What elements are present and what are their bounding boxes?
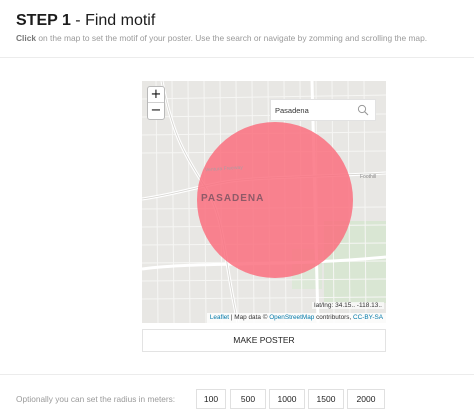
step-separator: - [70, 12, 86, 29]
radius-label: Optionally you can set the radius in met… [16, 394, 176, 404]
search-icon[interactable] [357, 104, 369, 116]
footer-divider [0, 374, 474, 375]
zoom-in-button[interactable]: + [148, 87, 164, 103]
leaflet-link[interactable]: Leaflet [210, 314, 229, 321]
map[interactable]: Ventura Freeway PASADENA Foothill + − la… [142, 81, 386, 323]
radius-option-1000[interactable]: 1000 [269, 389, 305, 409]
find-motif-page: STEP 1 - Find motif Click on the map to … [0, 0, 474, 417]
step-instructions: Click on the map to set the motif of you… [16, 33, 466, 44]
zoom-control: + − [147, 86, 165, 120]
step-number: STEP 1 [16, 12, 71, 29]
zoom-out-button[interactable]: − [148, 103, 164, 119]
map-label-city: PASADENA [201, 193, 265, 204]
location-search [270, 99, 377, 121]
header-divider [0, 57, 474, 58]
radius-option-1500[interactable]: 1500 [308, 389, 344, 409]
step-header: STEP 1 - Find motif Click on the map to … [16, 11, 466, 44]
map-label-foothill: Foothill [360, 174, 377, 180]
make-poster-button[interactable]: MAKE POSTER [142, 329, 386, 352]
radius-option-2000[interactable]: 2000 [347, 389, 385, 409]
step-name: Find motif [85, 12, 156, 29]
radius-selector: Optionally you can set the radius in met… [0, 388, 474, 410]
openstreetmap-link[interactable]: OpenStreetMap [269, 314, 314, 321]
radius-option-500[interactable]: 500 [230, 389, 266, 409]
attribution-contributors: contributors, [314, 314, 354, 321]
page-title: STEP 1 - Find motif [16, 11, 466, 31]
radius-option-100[interactable]: 100 [196, 389, 226, 409]
license-link[interactable]: CC-BY-SA [353, 314, 383, 321]
latlng-readout: lat/lng: 34.15.. -118.13.. [312, 302, 384, 309]
map-attribution: Leaflet | Map data © OpenStreetMap contr… [206, 313, 386, 323]
instruction-emphasis: Click [16, 33, 37, 43]
attribution-separator: | Map data © [229, 314, 270, 321]
instruction-text: on the map to set the motif of your post… [36, 33, 428, 43]
